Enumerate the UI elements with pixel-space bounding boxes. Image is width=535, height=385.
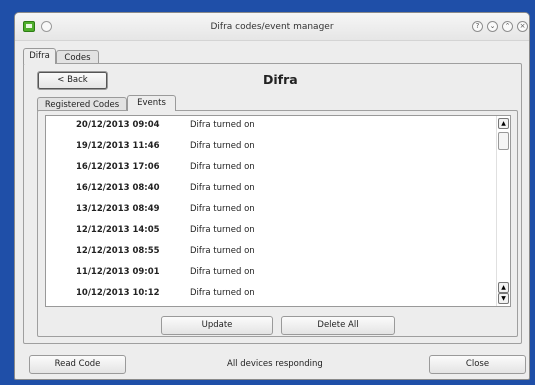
scroll-thumb[interactable] [498, 132, 509, 150]
tab-difra[interactable]: Difra [23, 48, 56, 64]
page-title: Difra [263, 72, 298, 87]
event-row[interactable]: 10/12/2013 10:12 Difra turned on [46, 284, 496, 305]
title-bar[interactable]: Difra codes/event manager ? ⌄ ⌃ × [15, 13, 529, 41]
event-date: 20/12/2013 09:04 [76, 120, 160, 130]
close-button[interactable]: Close [429, 355, 526, 374]
event-date: 10/12/2013 10:12 [76, 288, 160, 298]
update-button[interactable]: Update [161, 316, 273, 335]
vertical-scrollbar[interactable]: ▲ ▲ ▼ [496, 116, 510, 306]
event-date: 11/12/2013 09:01 [76, 267, 160, 277]
scroll-down-icon[interactable]: ▼ [498, 293, 509, 304]
event-row[interactable]: 11/12/2013 09:01 Difra turned on [46, 263, 496, 284]
event-description: Difra turned on [190, 288, 255, 298]
event-date: 16/12/2013 17:06 [76, 162, 160, 172]
window-title: Difra codes/event manager [210, 22, 334, 32]
event-row[interactable]: 19/12/2013 11:46 Difra turned on [46, 137, 496, 158]
event-description: Difra turned on [190, 225, 255, 235]
event-date: 13/12/2013 08:49 [76, 204, 160, 214]
event-description: Difra turned on [190, 141, 255, 151]
maximize-icon[interactable]: ⌃ [502, 21, 513, 32]
event-date: 19/12/2013 11:46 [76, 141, 160, 151]
scroll-up-icon[interactable]: ▲ [498, 118, 509, 129]
close-icon[interactable]: × [517, 21, 528, 32]
event-row[interactable]: 16/12/2013 08:40 Difra turned on [46, 179, 496, 200]
tab-events[interactable]: Events [127, 95, 176, 111]
read-code-button[interactable]: Read Code [29, 355, 126, 374]
event-description: Difra turned on [190, 183, 255, 193]
event-description: Difra turned on [190, 204, 255, 214]
event-description: Difra turned on [190, 120, 255, 130]
event-description: Difra turned on [190, 246, 255, 256]
event-row[interactable]: 16/12/2013 17:06 Difra turned on [46, 158, 496, 179]
events-list[interactable]: 20/12/2013 09:04 Difra turned on 19/12/2… [45, 115, 511, 307]
event-row[interactable]: 12/12/2013 08:55 Difra turned on [46, 242, 496, 263]
back-button[interactable]: < Back [37, 71, 108, 90]
help-icon[interactable]: ? [472, 21, 483, 32]
event-date: 12/12/2013 14:05 [76, 225, 160, 235]
event-date: 12/12/2013 08:55 [76, 246, 160, 256]
scroll-up-icon[interactable]: ▲ [498, 282, 509, 293]
event-row[interactable]: 13/12/2013 08:49 Difra turned on [46, 200, 496, 221]
event-description: Difra turned on [190, 267, 255, 277]
tab-codes[interactable]: Codes [56, 50, 99, 64]
event-row[interactable]: 20/12/2013 09:04 Difra turned on [46, 116, 496, 137]
event-row[interactable]: 12/12/2013 14:05 Difra turned on [46, 221, 496, 242]
tab-registered-codes[interactable]: Registered Codes [37, 97, 127, 111]
event-description: Difra turned on [190, 162, 255, 172]
delete-all-button[interactable]: Delete All [281, 316, 395, 335]
minimize-icon[interactable]: ⌄ [487, 21, 498, 32]
status-text: All devices responding [227, 359, 323, 369]
event-date: 16/12/2013 08:40 [76, 183, 160, 193]
